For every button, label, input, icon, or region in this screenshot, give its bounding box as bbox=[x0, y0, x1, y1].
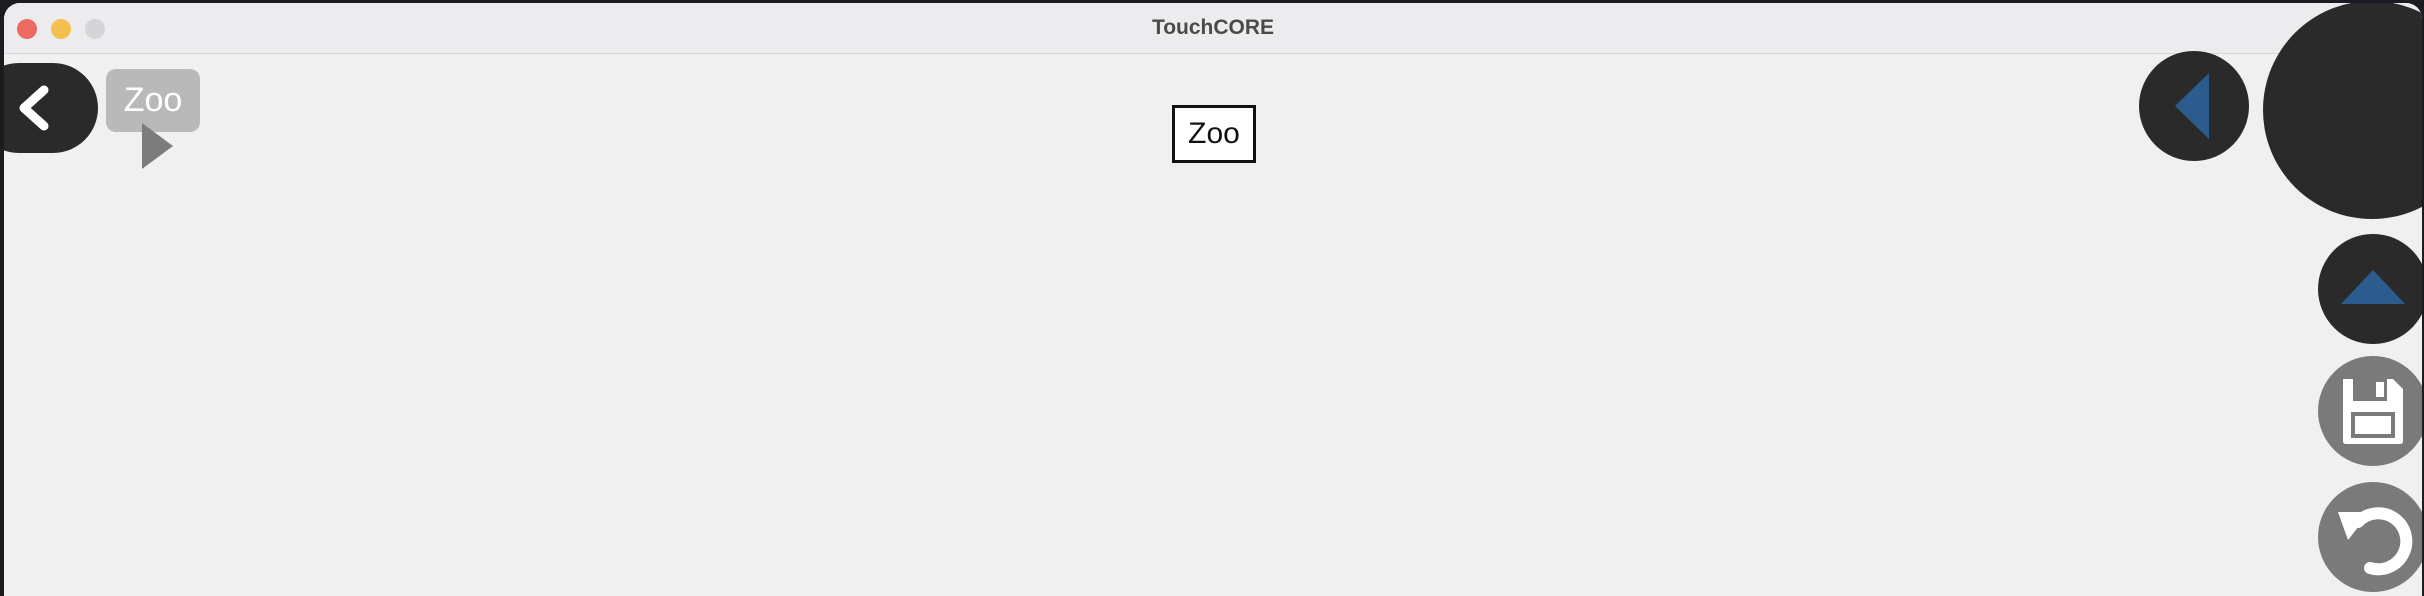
scroll-up-button[interactable] bbox=[2318, 234, 2422, 344]
undo-icon bbox=[2338, 507, 2413, 576]
triangle-up-icon bbox=[2341, 270, 2405, 304]
title-bar: TouchCORE bbox=[4, 3, 2422, 54]
app-window: TouchCORE Zoo Zoo bbox=[4, 3, 2422, 596]
back-button[interactable] bbox=[4, 63, 98, 153]
breadcrumb-expand-arrow[interactable] bbox=[142, 123, 173, 169]
chevron-left-icon bbox=[19, 85, 49, 131]
undo-button[interactable] bbox=[2318, 482, 2422, 592]
collapse-menu-button[interactable] bbox=[2139, 51, 2249, 161]
triangle-left-icon bbox=[2175, 73, 2209, 139]
window-title: TouchCORE bbox=[1151, 16, 1275, 39]
diagram-canvas[interactable]: Zoo Zoo bbox=[4, 3, 2422, 596]
floppy-disk-icon bbox=[2343, 379, 2403, 444]
class-zoo[interactable]: Zoo bbox=[1172, 105, 1256, 163]
save-button[interactable] bbox=[2318, 356, 2422, 466]
